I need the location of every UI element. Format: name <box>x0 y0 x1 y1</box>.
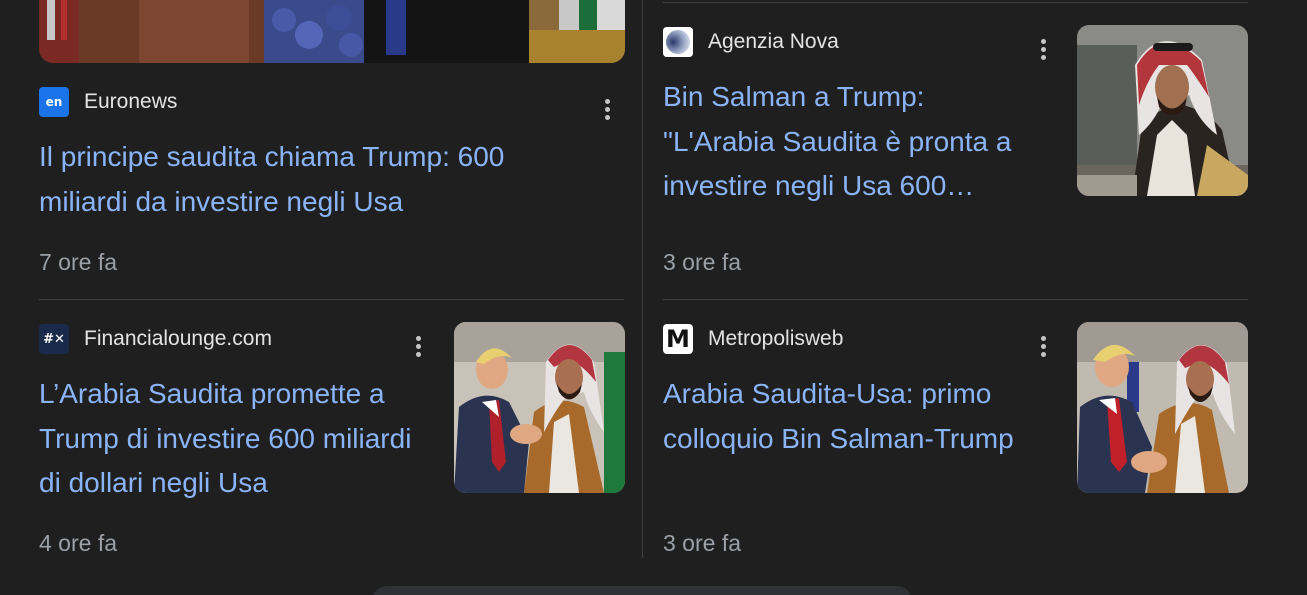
article-time: 7 ore fa <box>39 249 117 275</box>
more-vert-icon[interactable] <box>593 91 621 127</box>
more-vert-icon[interactable] <box>1029 31 1057 67</box>
article-headline[interactable]: Arabia Saudita-Usa: primo colloquio Bin … <box>663 372 1063 461</box>
column-divider <box>642 0 643 558</box>
article-source-row[interactable]: M Metropolisweb <box>663 321 843 357</box>
article-thumbnail[interactable] <box>454 322 625 493</box>
article-source-row[interactable]: Agenzia Nova <box>663 24 839 60</box>
article-thumbnail[interactable] <box>1077 25 1248 196</box>
article-headline[interactable]: Bin Salman a Trump: "L'Arabia Saudita è … <box>663 75 1063 209</box>
row-divider-top-right <box>663 2 1248 3</box>
article-headline[interactable]: L’Arabia Saudita promette a Trump di inv… <box>39 372 439 506</box>
article-image-hero[interactable] <box>39 0 625 63</box>
article-time: 3 ore fa <box>663 249 741 275</box>
article-source-row[interactable]: #✕ Financialounge.com <box>39 321 272 357</box>
article-time: 3 ore fa <box>663 530 741 556</box>
article-source-row[interactable]: en Euronews <box>39 84 177 120</box>
euronews-favicon-icon: en <box>39 87 69 117</box>
article-source-name: Financialounge.com <box>84 327 272 350</box>
news-results-page: en Euronews Il principe saudita chiama T… <box>0 0 1307 595</box>
article-time: 4 ore fa <box>39 530 117 556</box>
financialounge-favicon-icon: #✕ <box>39 324 69 354</box>
article-source-name: Metropolisweb <box>708 327 844 350</box>
row-divider-left <box>39 299 624 300</box>
more-vert-icon[interactable] <box>404 328 432 364</box>
article-thumbnail[interactable] <box>1077 322 1248 493</box>
agenzia-nova-favicon-icon <box>663 27 693 57</box>
article-source-name: Agenzia Nova <box>708 30 839 53</box>
metropolisweb-favicon-icon: M <box>663 324 693 354</box>
more-news-button[interactable] <box>372 586 912 595</box>
article-source-name: Euronews <box>84 90 178 113</box>
row-divider-right <box>663 299 1248 300</box>
article-headline[interactable]: Il principe saudita chiama Trump: 600 mi… <box>39 135 599 224</box>
more-vert-icon[interactable] <box>1029 328 1057 364</box>
